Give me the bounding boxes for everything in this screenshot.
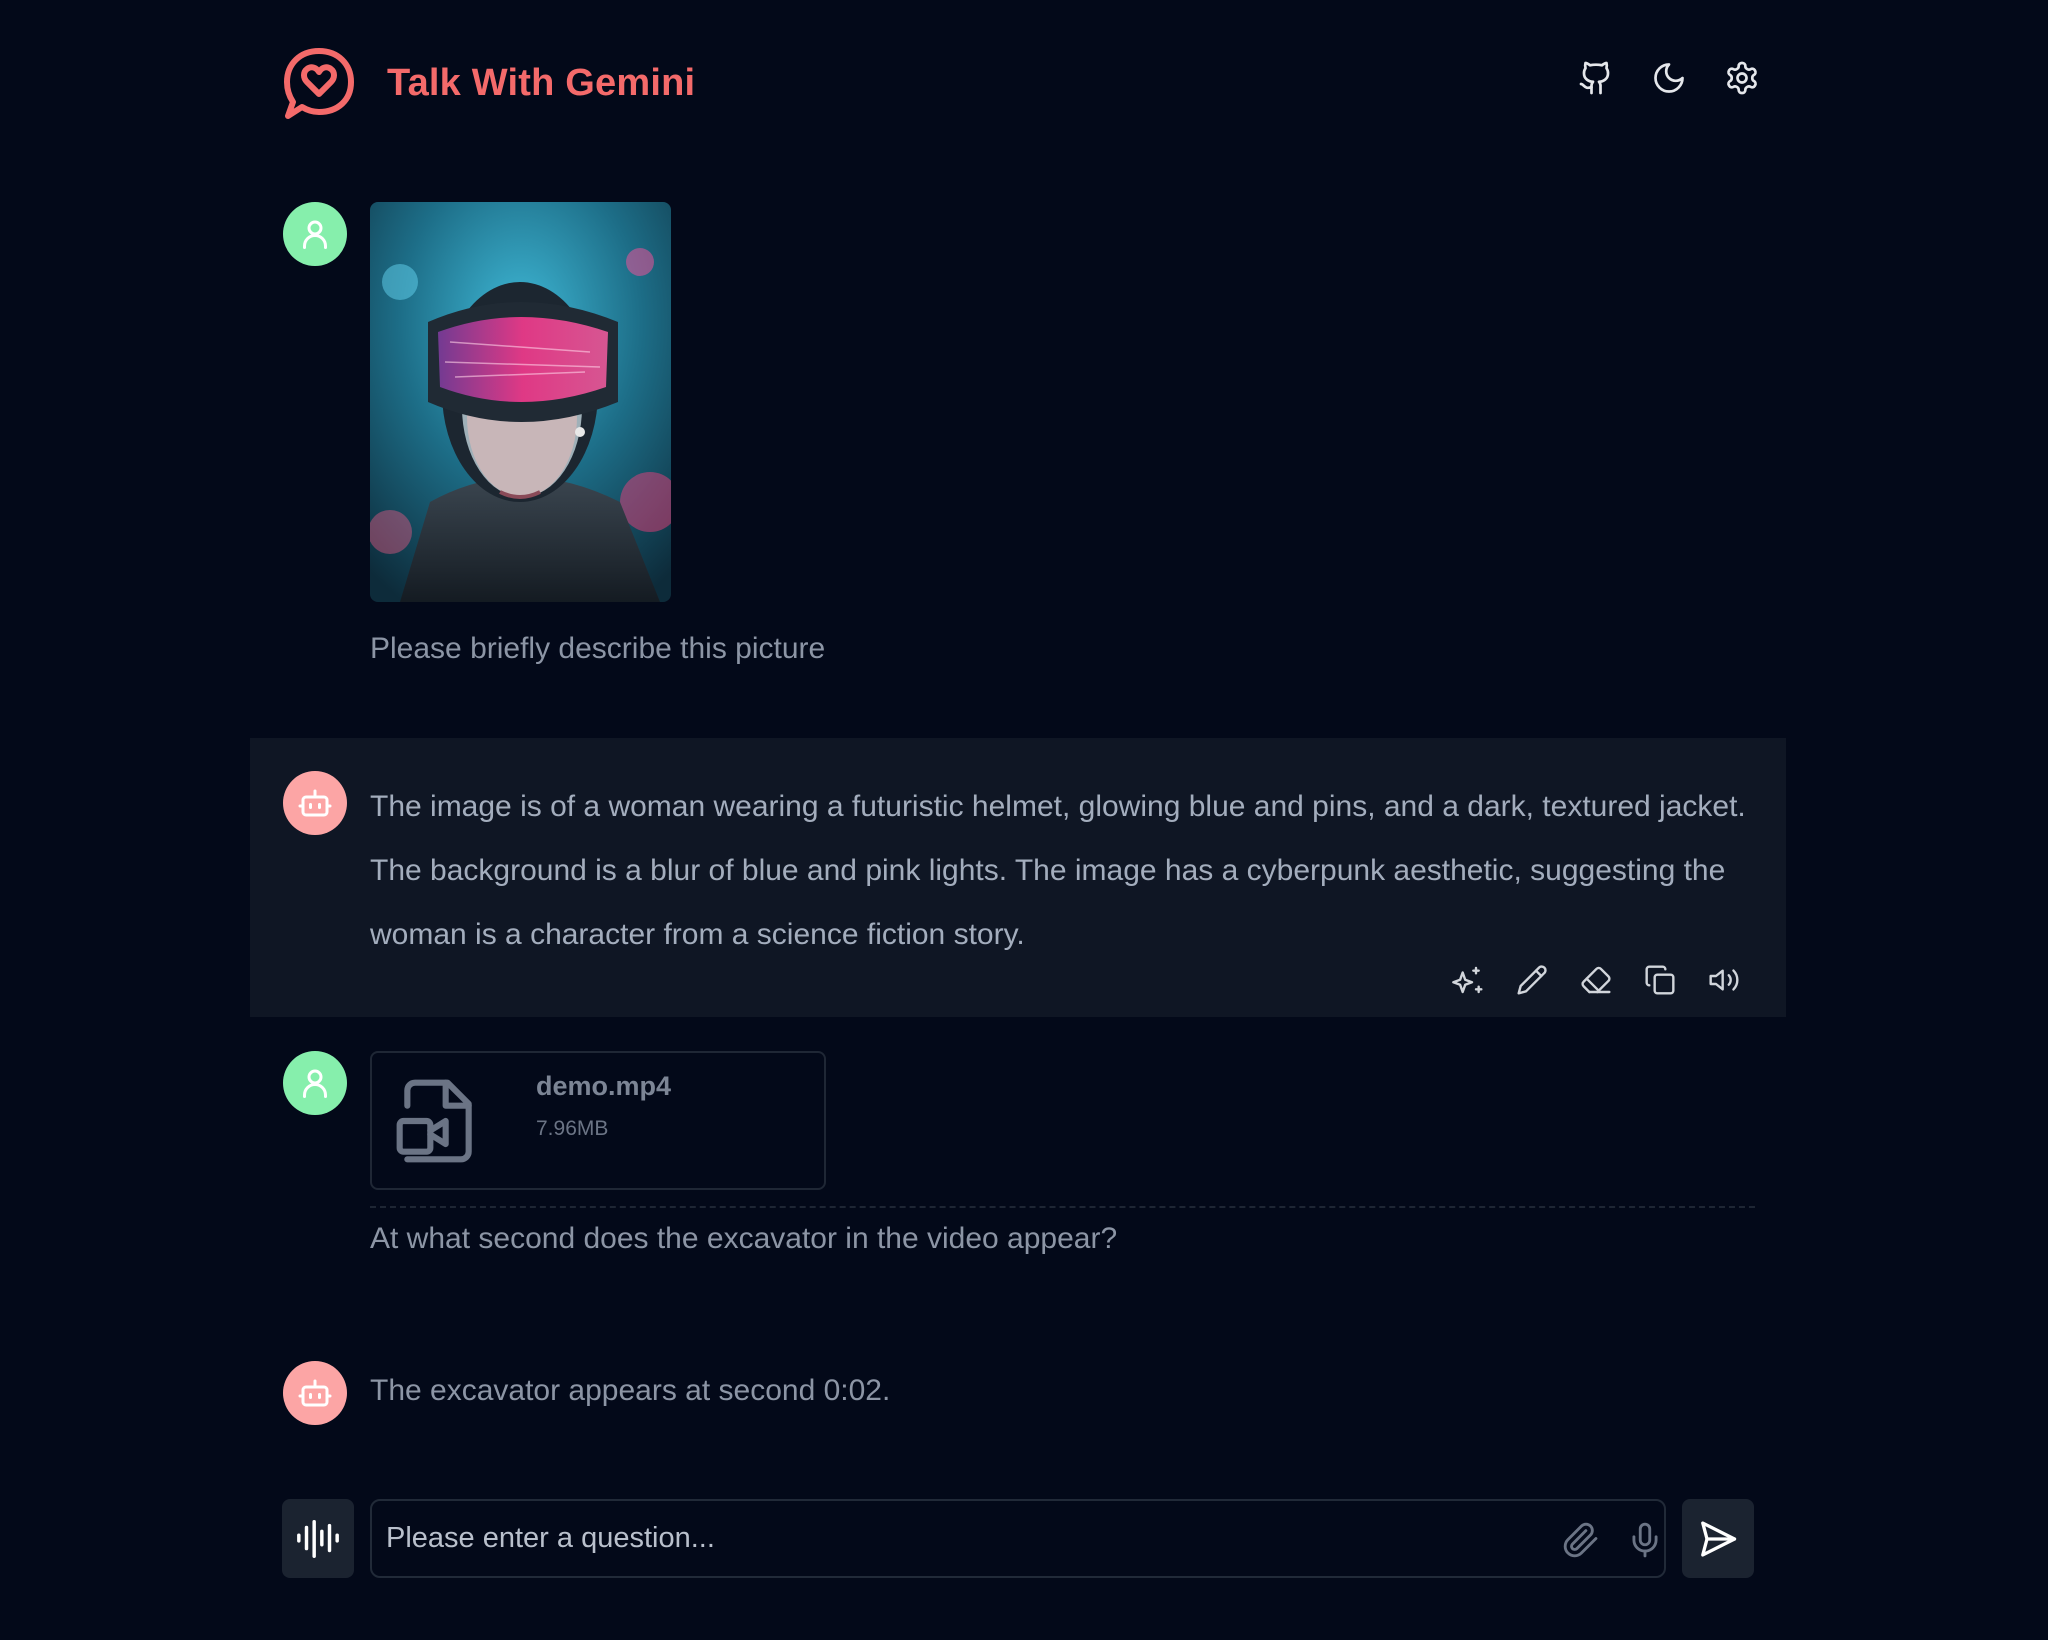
bot-avatar — [283, 771, 347, 835]
speaker-icon — [1709, 969, 1739, 991]
send-icon — [1701, 1520, 1737, 1557]
moon-icon — [1654, 63, 1684, 93]
message-input[interactable] — [386, 1501, 1526, 1576]
app-header: Talk With Gemini — [283, 46, 1760, 120]
file-size: 7.96MB — [536, 1117, 609, 1140]
bot-icon — [298, 789, 332, 817]
user-icon — [303, 1069, 327, 1098]
eraser-icon — [1581, 966, 1611, 994]
audio-waveform-icon — [297, 1519, 339, 1558]
brand[interactable]: Talk With Gemini — [283, 46, 695, 120]
user-prompt-text: Please briefly describe this picture — [370, 632, 826, 665]
settings-button[interactable] — [1724, 58, 1760, 98]
bot-response-text: The image is of a woman wearing a futuri… — [370, 790, 1746, 951]
cyberpunk-portrait-image — [370, 202, 671, 602]
pencil-icon — [1517, 965, 1547, 995]
chat-page: Talk With Gemini Please briefly describe… — [0, 0, 2048, 1640]
file-attachment-card[interactable]: demo.mp4 7.96MB — [370, 1051, 826, 1190]
user-icon — [303, 220, 327, 249]
voice-mode-button[interactable] — [282, 1499, 354, 1578]
divider — [370, 1206, 1755, 1208]
github-icon — [1579, 61, 1610, 95]
file-name: demo.mp4 — [536, 1071, 672, 1101]
copy-icon — [1645, 965, 1675, 995]
mic-icon[interactable] — [1626, 1521, 1664, 1559]
github-button[interactable] — [1578, 58, 1614, 98]
sparkles-icon — [1452, 966, 1483, 994]
regenerate-button[interactable] — [1452, 964, 1484, 996]
message-actions — [1452, 964, 1740, 996]
speak-button[interactable] — [1708, 964, 1740, 996]
user-avatar — [283, 202, 347, 266]
copy-button[interactable] — [1644, 964, 1676, 996]
user-avatar — [283, 1051, 347, 1115]
app-title: Talk With Gemini — [387, 61, 696, 104]
send-button[interactable] — [1682, 1499, 1754, 1578]
message-input-container — [370, 1499, 1666, 1578]
user-prompt-text: At what second does the excavator in the… — [370, 1222, 1118, 1255]
theme-toggle-button[interactable] — [1651, 58, 1687, 98]
delete-button[interactable] — [1580, 964, 1612, 996]
paperclip-icon[interactable] — [1562, 1521, 1600, 1559]
uploaded-image[interactable] — [370, 202, 671, 602]
edit-button[interactable] — [1516, 964, 1548, 996]
bot-response-text: The excavator appears at second 0:02. — [370, 1374, 891, 1407]
bot-icon — [298, 1379, 332, 1407]
bot-avatar — [283, 1361, 347, 1425]
settings-icon — [1727, 61, 1757, 95]
file-video-icon — [396, 1079, 472, 1163]
header-actions — [1578, 58, 1760, 98]
chat-heart-logo-icon — [284, 48, 354, 119]
